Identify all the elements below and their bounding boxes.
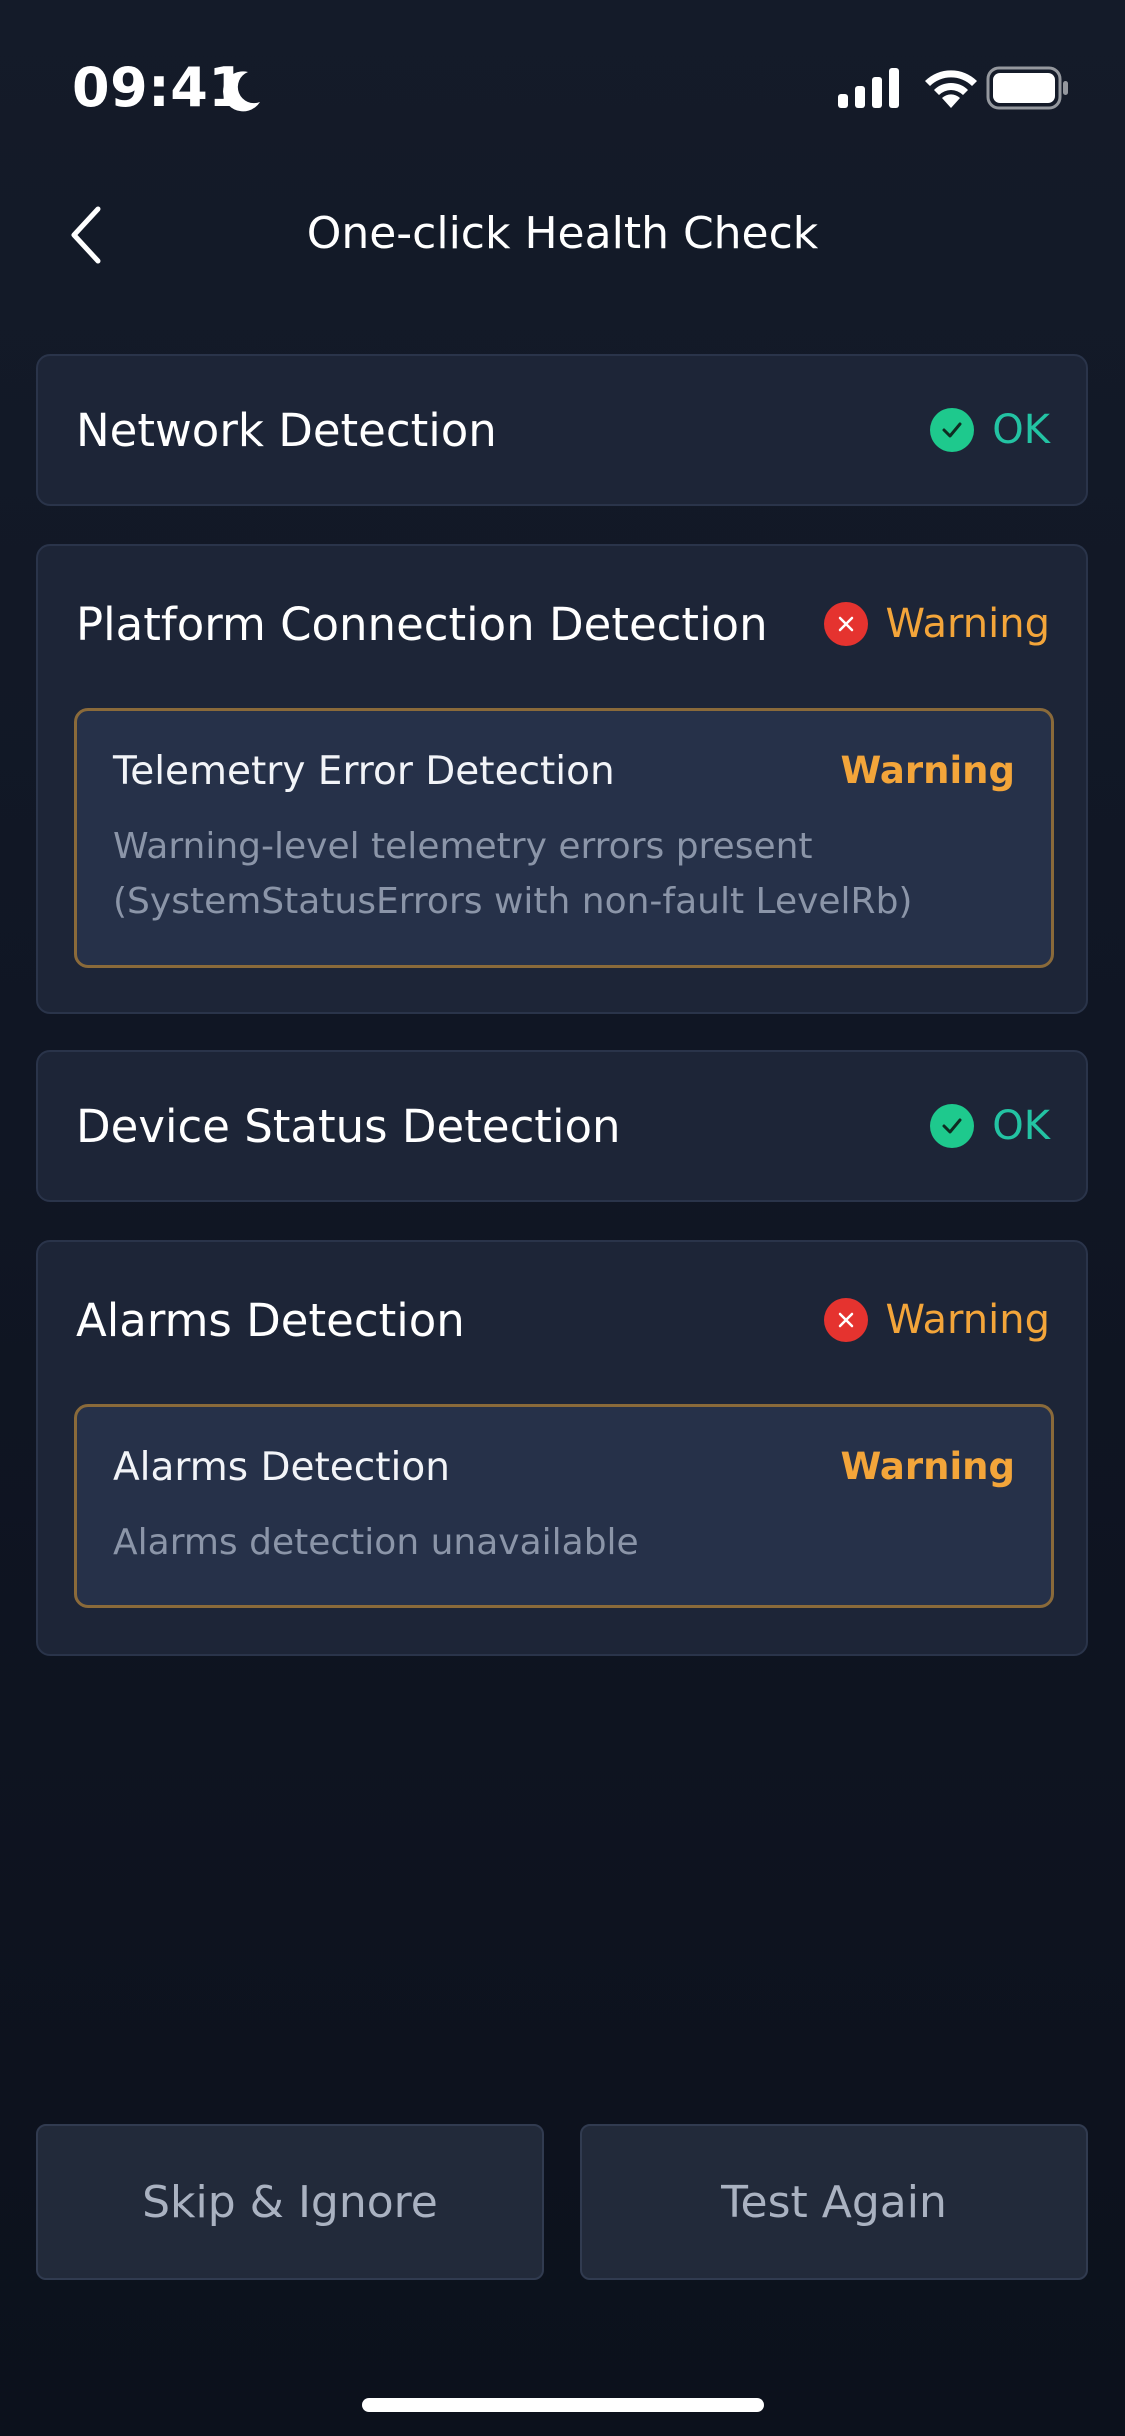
alarms-detection-card: Alarms Detection Warning Alarms Detectio… xyxy=(36,1240,1088,1656)
battery-icon xyxy=(986,66,1068,110)
page-title: One-click Health Check xyxy=(306,208,819,259)
detail-description: Alarms detection unavailable xyxy=(113,1515,1015,1570)
detail-description: Warning-level telemetry errors present (… xyxy=(113,819,1015,929)
card-title: Network Detection xyxy=(76,403,497,457)
status-text: OK xyxy=(992,1103,1050,1149)
card-title: Platform Connection Detection xyxy=(76,597,768,651)
status-bar: 09:41 xyxy=(0,0,1125,176)
detail-status: Warning xyxy=(840,1445,1015,1488)
cellular-signal-icon xyxy=(838,68,899,108)
card-title: Device Status Detection xyxy=(76,1099,621,1153)
alarms-detail: Alarms Detection Warning Alarms detectio… xyxy=(74,1404,1054,1608)
moon-icon xyxy=(223,71,260,112)
status-indicator: Warning xyxy=(823,601,1050,647)
test-again-button[interactable]: Test Again xyxy=(580,2124,1088,2280)
device-status-detection-card: Device Status Detection OK xyxy=(36,1050,1088,1202)
error-circle-icon xyxy=(823,602,868,646)
detail-description-line: Warning-level telemetry errors present xyxy=(113,826,813,867)
check-circle-icon xyxy=(930,408,975,452)
network-detection-card: Network Detection OK xyxy=(36,354,1088,506)
error-circle-icon xyxy=(823,1298,868,1342)
status-text: Warning xyxy=(885,601,1050,647)
detail-description-line: (SystemStatusErrors with non-fault Level… xyxy=(113,881,913,922)
status-indicator: OK xyxy=(930,1103,1050,1149)
card-title: Alarms Detection xyxy=(76,1293,465,1347)
telemetry-error-detail: Telemetry Error Detection Warning Warnin… xyxy=(74,708,1054,968)
detail-status: Warning xyxy=(840,749,1015,792)
skip-ignore-button[interactable]: Skip & Ignore xyxy=(36,2124,544,2280)
platform-connection-detection-card: Platform Connection Detection Warning Te… xyxy=(36,544,1088,1014)
status-indicator: OK xyxy=(930,407,1050,453)
status-text: Warning xyxy=(885,1297,1050,1343)
wifi-icon xyxy=(925,70,977,108)
status-text: OK xyxy=(992,407,1050,453)
status-indicator: Warning xyxy=(823,1297,1050,1343)
detail-title: Telemetry Error Detection xyxy=(113,749,615,794)
check-circle-icon xyxy=(930,1104,975,1148)
home-indicator xyxy=(362,2398,764,2412)
detail-description-line: Alarms detection unavailable xyxy=(113,1522,639,1563)
detail-title: Alarms Detection xyxy=(113,1445,450,1490)
